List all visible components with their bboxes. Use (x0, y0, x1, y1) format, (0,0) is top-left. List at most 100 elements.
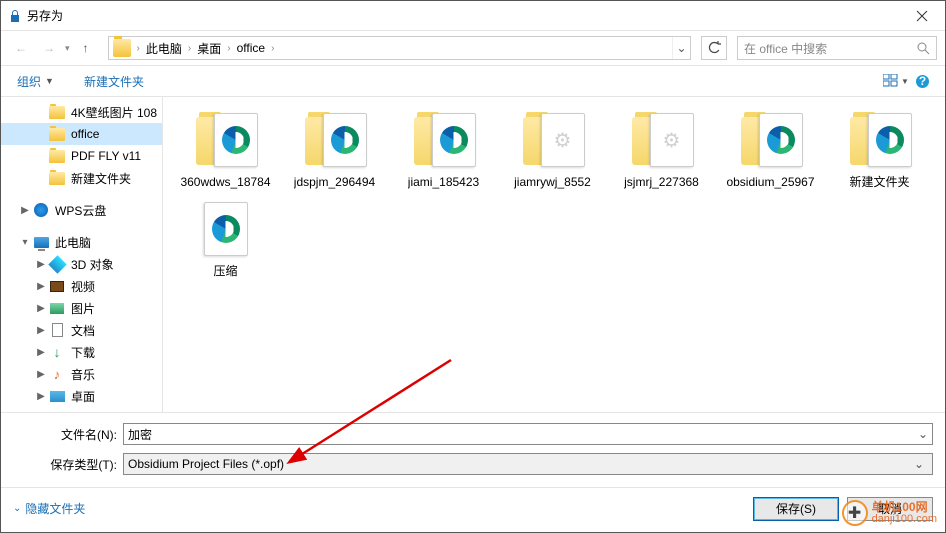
file-name: jiamrywj_8552 (514, 175, 591, 190)
nav-row: ← → ▾ ↑ › 此电脑 › 桌面 › office › ⌄ 在 office… (1, 31, 945, 65)
lock-icon (9, 9, 21, 23)
sidebar-item[interactable]: ▶图片 (1, 297, 162, 319)
chevron-down-icon: ⌄ (13, 503, 21, 514)
search-icon (917, 42, 930, 55)
filename-dropdown[interactable]: ⌄ (914, 427, 932, 441)
expander-icon[interactable]: ▶ (35, 259, 47, 270)
save-form: 文件名(N): ⌄ 保存类型(T): Obsidium Project File… (1, 412, 945, 487)
expander-icon[interactable]: ▶ (35, 347, 47, 358)
file-thumb (299, 113, 371, 171)
footer: ⌄ 隐藏文件夹 保存(S) 取消 (1, 487, 945, 529)
sidebar-item-label: 下载 (71, 344, 95, 361)
expander-icon[interactable]: ▾ (19, 237, 31, 248)
file-name: obsidium_25967 (726, 175, 814, 190)
sidebar-item[interactable]: ▶↓下载 (1, 341, 162, 363)
sidebar-item[interactable]: ▶♪音乐 (1, 363, 162, 385)
search-input[interactable]: 在 office 中搜索 (737, 36, 937, 60)
file-thumb: ⚙ (626, 113, 698, 171)
sidebar-item[interactable]: ▶文档 (1, 319, 162, 341)
crumb-office[interactable]: office (233, 41, 269, 55)
up-button[interactable]: ↑ (74, 36, 98, 60)
forward-button[interactable]: → (37, 36, 61, 60)
svg-text:?: ? (918, 74, 925, 88)
sidebar-item[interactable]: ▶ 3D 对象 (1, 253, 162, 275)
sidebar-item[interactable]: ▾此电脑 (1, 231, 162, 253)
save-button[interactable]: 保存(S) (753, 497, 839, 521)
savetype-combo[interactable]: Obsidium Project Files (*.opf) ⌄ (123, 453, 933, 475)
file-grid: 360wdws_18784 jdspjm_296494 jiami_185423 ⚙ j… (163, 97, 945, 412)
file-name: 压缩 (213, 264, 237, 279)
window-title: 另存为 (27, 7, 899, 24)
sidebar-item[interactable]: ▶ WPS云盘 (1, 199, 162, 221)
sidebar-item[interactable]: ▶PDF FLY v11 (1, 145, 162, 167)
chevron-right-icon: › (227, 43, 230, 54)
file-item[interactable]: 360wdws_18784 (171, 109, 280, 194)
filename-input-wrap: ⌄ (123, 423, 933, 445)
expander-icon[interactable]: ▶ (35, 325, 47, 336)
sidebar-item-label: WPS云盘 (55, 202, 106, 219)
back-button[interactable]: ← (9, 36, 33, 60)
savetype-label: 保存类型(T): (13, 456, 123, 473)
main-area: ▶4K壁纸图片 108▶office▶PDF FLY v11▶新建文件夹▶WPS… (1, 97, 945, 412)
file-thumb: ⚙ (517, 113, 589, 171)
sidebar-item[interactable]: ▶新建文件夹 (1, 167, 162, 189)
filename-input[interactable] (124, 424, 914, 444)
file-item[interactable]: 新建文件夹 (825, 109, 934, 194)
file-name: jsjmrj_227368 (624, 175, 699, 190)
file-name: jdspjm_296494 (294, 175, 375, 190)
history-dropdown[interactable]: ▾ (65, 43, 70, 54)
search-placeholder: 在 office 中搜索 (744, 40, 917, 57)
chevron-down-icon: ⌄ (910, 457, 928, 471)
sidebar-item-label: 3D 对象 (71, 256, 114, 273)
new-folder-button[interactable]: 新建文件夹 (78, 73, 150, 90)
expander-icon[interactable]: ▶ (35, 391, 47, 402)
file-thumb (735, 113, 807, 171)
filename-label: 文件名(N): (13, 426, 123, 443)
sidebar-item-label: office (71, 127, 99, 141)
savetype-value: Obsidium Project Files (*.opf) (128, 457, 910, 471)
breadcrumb[interactable]: › 此电脑 › 桌面 › office › ⌄ (108, 36, 691, 60)
organize-menu[interactable]: 组织▼ (11, 73, 60, 90)
file-thumb (408, 113, 480, 171)
file-thumb (190, 113, 262, 171)
file-item[interactable]: jdspjm_296494 (280, 109, 389, 194)
view-mode-button[interactable]: ▼ (883, 69, 909, 93)
breadcrumb-dropdown[interactable]: ⌄ (672, 37, 690, 59)
file-thumb (844, 113, 916, 171)
file-thumb (190, 202, 262, 260)
sidebar-item-label: 卓面 (71, 388, 95, 405)
sidebar-item-label: 4K壁纸图片 108 (71, 104, 157, 121)
sidebar: ▶4K壁纸图片 108▶office▶PDF FLY v11▶新建文件夹▶WPS… (1, 97, 163, 412)
chevron-right-icon: › (188, 43, 191, 54)
hide-folders-toggle[interactable]: ⌄ 隐藏文件夹 (13, 500, 85, 517)
expander-icon[interactable]: ▶ (35, 281, 47, 292)
file-name: 360wdws_18784 (180, 175, 270, 190)
sidebar-item-label: 音乐 (71, 366, 95, 383)
sidebar-item[interactable]: ▶ 卓面 (1, 385, 162, 407)
sidebar-item[interactable]: ▶4K壁纸图片 108 (1, 101, 162, 123)
file-item[interactable]: obsidium_25967 (716, 109, 825, 194)
file-item[interactable]: ⚙ jiamrywj_8552 (498, 109, 607, 194)
sidebar-item[interactable]: ▶ 视频 (1, 275, 162, 297)
crumb-desktop[interactable]: 桌面 (193, 40, 225, 57)
close-button[interactable] (899, 1, 945, 31)
sidebar-item-label: 新建文件夹 (71, 170, 131, 187)
sidebar-item-label: PDF FLY v11 (71, 149, 141, 163)
sidebar-item[interactable]: ▶office (1, 123, 162, 145)
titlebar: 另存为 (1, 1, 945, 31)
sidebar-item-label: 视频 (71, 278, 95, 295)
refresh-button[interactable] (701, 36, 727, 60)
crumb-pc[interactable]: 此电脑 (142, 40, 186, 57)
file-item[interactable]: 压缩 (171, 198, 280, 283)
toolbar: 组织▼ 新建文件夹 ▼ ? (1, 65, 945, 97)
file-item[interactable]: jiami_185423 (389, 109, 498, 194)
expander-icon[interactable]: ▶ (35, 303, 47, 314)
cancel-button[interactable]: 取消 (847, 497, 933, 521)
chevron-right-icon: › (271, 43, 274, 54)
file-item[interactable]: ⚙ jsjmrj_227368 (607, 109, 716, 194)
expander-icon[interactable]: ▶ (35, 369, 47, 380)
expander-icon[interactable]: ▶ (19, 205, 31, 216)
help-button[interactable]: ? (909, 69, 935, 93)
file-name: jiami_185423 (408, 175, 479, 190)
chevron-right-icon: › (137, 43, 140, 54)
